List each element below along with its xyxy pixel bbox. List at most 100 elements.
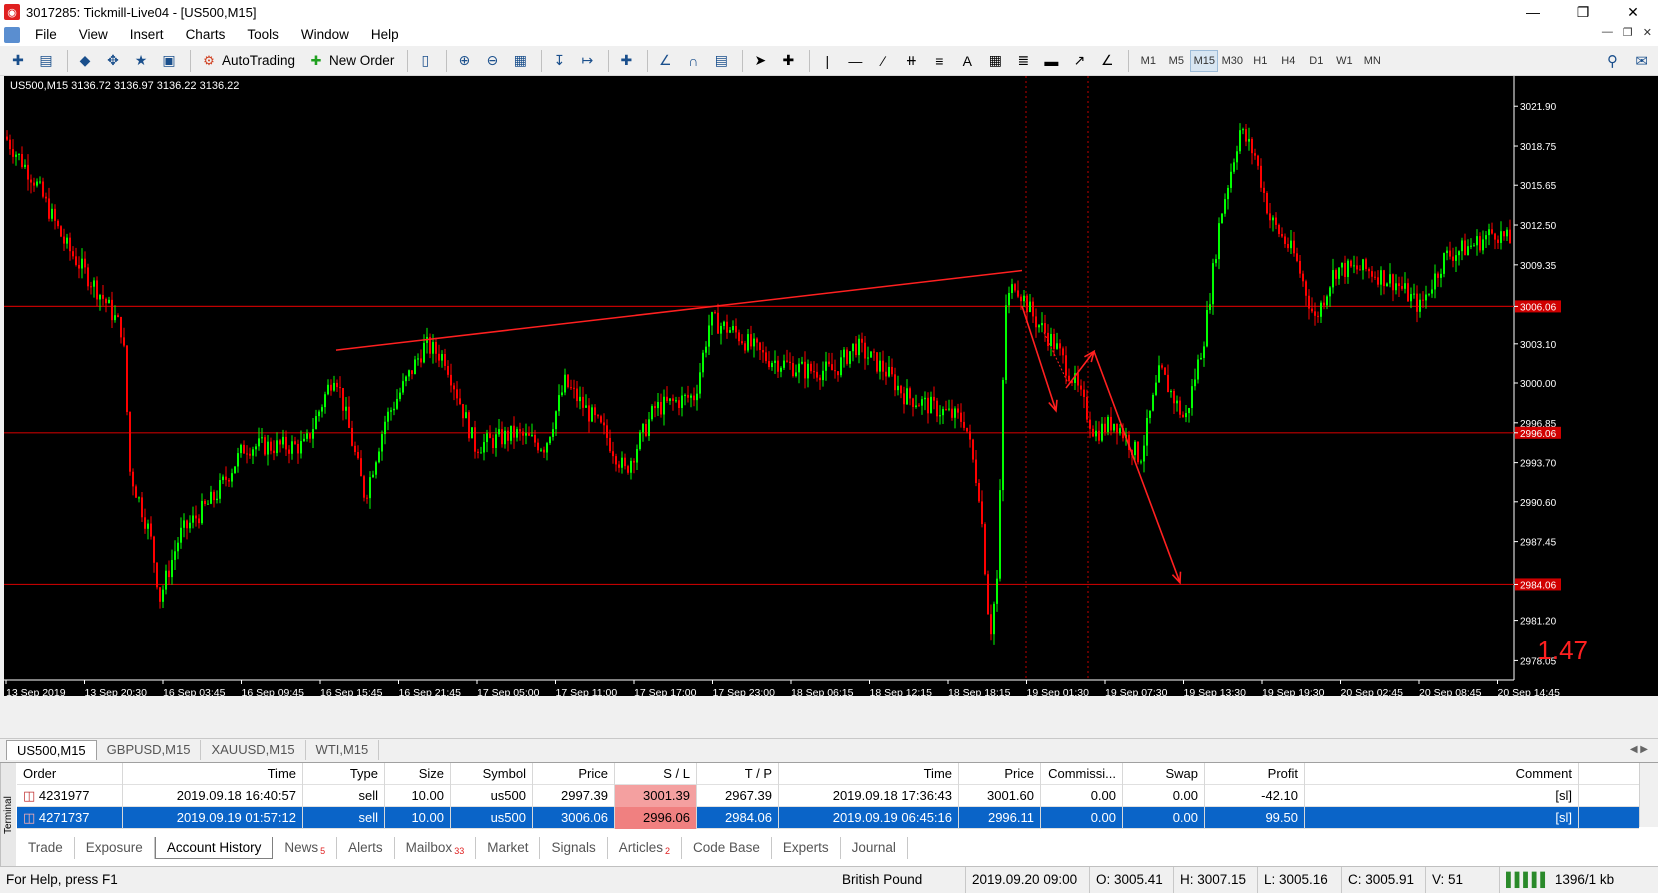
indicators-icon[interactable]: ✚ [614,50,638,72]
col-close-price[interactable]: Price [959,762,1041,785]
menu-help[interactable]: Help [360,24,410,46]
terminal-tab-account-history[interactable]: Account History [154,837,274,859]
col-type[interactable]: Type [303,762,385,785]
menu-view[interactable]: View [68,24,119,46]
maximize-button[interactable]: ❐ [1558,0,1608,24]
terminal-tab-experts[interactable]: Experts [772,837,841,859]
col-time[interactable]: Time [123,762,303,785]
col-profit[interactable]: Profit [1205,762,1305,785]
chat-icon[interactable]: ✉ [1635,52,1648,70]
new-order-button[interactable]: ✚ New Order [303,50,398,72]
tab-scroll-arrows[interactable]: ◀ ▶ [1630,744,1648,755]
cursor-icon[interactable]: ➤ [748,50,772,72]
col-order[interactable]: Order [17,762,123,785]
arrow-icon[interactable]: ↗ [1067,50,1091,72]
chart-template-icon[interactable]: ▤ [709,50,733,72]
channel-icon[interactable]: ⧺ [899,50,923,72]
candle-body [1320,302,1322,317]
navigator-icon[interactable]: ✥ [101,50,125,72]
candle-body [33,182,35,186]
menu-file[interactable]: File [24,24,68,46]
horizontal-line-icon[interactable]: — [843,50,867,72]
autotrading-button[interactable]: ⚙ AutoTrading [196,50,299,72]
timeframe-w1[interactable]: W1 [1330,50,1358,72]
timeframe-d1[interactable]: D1 [1302,50,1330,72]
angle-icon[interactable]: ∠ [1095,50,1119,72]
trendline-icon[interactable]: ∕ [871,50,895,72]
autoscroll-icon[interactable]: ↧ [547,50,571,72]
mdi-close-button[interactable]: ✕ [1643,26,1652,39]
terminal-tab-exposure[interactable]: Exposure [75,837,155,859]
terminal-tab-signals[interactable]: Signals [540,837,608,859]
col-tp[interactable]: T / P [697,762,779,785]
chart-tab-xauusd[interactable]: XAUUSD,M15 [201,739,306,760]
terminal-tab-code-base[interactable]: Code Base [682,837,772,859]
candle-body [933,396,935,401]
menu-insert[interactable]: Insert [119,24,175,46]
mdi-minimize-button[interactable]: — [1602,26,1613,39]
menu-tools[interactable]: Tools [236,24,290,46]
vertical-line-icon[interactable]: | [815,50,839,72]
tile-windows-icon[interactable]: ▦ [508,50,532,72]
terminal-tab-news[interactable]: News 5 [273,837,338,859]
candle-body [918,405,920,407]
new-chart-icon[interactable]: ✚ [6,50,30,72]
col-close-time[interactable]: Time [779,762,959,785]
search-icon[interactable]: ⚲ [1607,52,1618,70]
timeframe-mn[interactable]: MN [1358,50,1386,72]
col-commission[interactable]: Commissi... [1041,762,1123,785]
terminal-tab-trade[interactable]: Trade [17,837,75,859]
col-sl[interactable]: S / L [615,762,697,785]
chart-tab-us500[interactable]: US500,M15 [6,739,97,760]
col-price[interactable]: Price [533,762,615,785]
chart-shift-icon[interactable]: ↦ [575,50,599,72]
zoom-in-icon[interactable]: ⊕ [452,50,476,72]
rectangle-icon[interactable]: ▬ [1039,50,1063,72]
menu-charts[interactable]: Charts [175,24,237,46]
timeframe-h4[interactable]: H4 [1274,50,1302,72]
close-button[interactable]: ✕ [1608,0,1658,24]
period-icon[interactable]: ∠ [653,50,677,72]
col-comment[interactable]: Comment [1305,762,1579,785]
price-chart[interactable]: 3021.90 3018.75 3015.65 3012.50 3009.35 3006.… [4,76,1658,696]
timeframe-m5[interactable]: M5 [1162,50,1190,72]
timeframe-m30[interactable]: M30 [1218,50,1246,72]
market-watch-icon[interactable]: ◆ [73,50,97,72]
text-icon[interactable]: A [955,50,979,72]
favorites-icon[interactable]: ★ [129,50,153,72]
table-row[interactable]: ◫ 4231977 2019.09.18 16:40:57 sell 10.00… [17,784,1639,807]
zoom-out-icon[interactable]: ⊖ [480,50,504,72]
fibo-fan-icon[interactable]: ≣ [1011,50,1035,72]
menu-window[interactable]: Window [290,24,360,46]
timeframe-m15[interactable]: M15 [1190,49,1219,72]
col-symbol[interactable]: Symbol [451,762,533,785]
table-row[interactable]: ◫ 4271737 2019.09.19 01:57:12 sell 10.00… [17,806,1639,829]
terminal-tab-mailbox[interactable]: Mailbox 33 [395,837,477,859]
text-label-icon[interactable]: ▦ [983,50,1007,72]
chart-tab-gbpusd[interactable]: GBPUSD,M15 [97,739,202,760]
col-size[interactable]: Size [385,762,451,785]
minimize-button[interactable]: — [1508,0,1558,24]
cell-commission: 0.00 [1041,806,1123,829]
mdi-restore-button[interactable]: ❐ [1623,26,1633,39]
terminal-tab-alerts[interactable]: Alerts [337,837,395,859]
bar-chart-icon[interactable]: ▯ [413,50,437,72]
templates-icon[interactable]: ∩ [681,50,705,72]
terminal-tab-market[interactable]: Market [476,837,541,859]
cell-swap: 0.00 [1123,784,1205,807]
table-scrollbar[interactable] [1639,763,1658,827]
terminal-icon[interactable]: ▣ [157,50,181,72]
candle-body [435,341,437,354]
profiles-icon[interactable]: ▤ [34,50,58,72]
col-swap[interactable]: Swap [1123,762,1205,785]
terminal-tab-journal[interactable]: Journal [841,837,908,859]
crosshair-icon[interactable]: ✚ [776,50,800,72]
chart-tab-wti[interactable]: WTI,M15 [306,739,380,760]
candle-body [177,542,179,552]
timeframe-h1[interactable]: H1 [1246,50,1274,72]
candle-body [402,381,404,393]
chart-canvas: 3021.90 3018.75 3015.65 3012.50 3009.35 3006.… [4,76,1561,696]
terminal-tab-articles[interactable]: Articles 2 [608,837,683,859]
timeframe-m1[interactable]: M1 [1134,50,1162,72]
fibonacci-icon[interactable]: ≡ [927,50,951,72]
